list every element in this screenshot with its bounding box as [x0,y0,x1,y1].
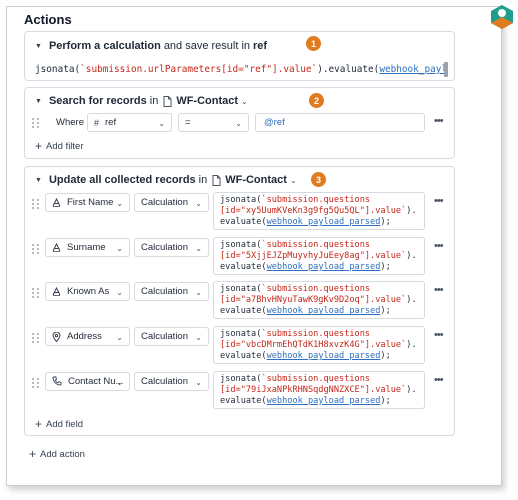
field-name-select[interactable]: Known As ⌄ [45,282,130,302]
filter-operator-value: = [185,117,191,128]
step-card-calculation: ▼ Perform a calculation and save result … [24,31,455,81]
field-name-value: Surname [67,241,106,253]
chevron-down-icon: ⌄ [195,377,202,387]
drag-handle-icon[interactable] [32,377,42,388]
step-number-badge: 3 [311,172,326,187]
step-card-search: ▼ Search for records in WF-Contact ⌄ 2 W… [24,87,455,159]
field-name-select[interactable]: Contact Nu... ⌄ [45,371,130,391]
add-action-button[interactable]: + Add action [29,447,85,461]
chevron-down-icon: ⌄ [195,288,202,298]
add-action-label: Add action [40,449,85,460]
field-mode-select[interactable]: Calculation ⌄ [134,193,209,212]
step-card-update: ▼ Update all collected records in WF-Con… [24,166,455,436]
app-logo-icon [491,5,513,29]
field-name-value: Contact Nu... [68,375,124,387]
calculation-code-editor[interactable]: jsonata(`submission.urlParameters[id="re… [35,61,446,79]
chevron-down-icon: ⌄ [116,199,123,208]
field-mode-value: Calculation [141,241,188,253]
more-options-icon[interactable]: ••• [434,240,444,252]
step-action-label: Search for records [48,95,147,107]
more-options-icon[interactable]: ••• [434,284,444,296]
more-options-icon[interactable]: ••• [434,195,444,207]
plus-icon: + [35,139,43,153]
field-mode-select[interactable]: Calculation ⌄ [134,282,209,302]
chevron-down-icon: ⌄ [116,333,123,343]
drag-handle-icon[interactable] [32,333,42,344]
step-middle-text: in [149,95,159,107]
field-name-value: First Name [67,197,114,208]
table-selector[interactable]: WF-Contact [225,174,287,186]
collapse-caret-icon[interactable]: ▼ [35,43,42,50]
chevron-down-icon: ⌄ [195,333,202,343]
filter-field-value: ref [105,117,117,128]
where-label: Where [56,117,84,128]
more-options-icon[interactable]: ••• [434,329,444,341]
more-options-icon[interactable]: ••• [434,115,444,127]
chevron-down-icon[interactable]: ⌄ [241,97,248,106]
step-header[interactable]: ▼ Perform a calculation and save result … [35,39,267,53]
step-number-badge: 2 [309,93,324,108]
field-code-editor[interactable]: jsonata(`submission.questions [id="xy5Uu… [213,192,425,230]
step-action-label: Update all collected records [48,174,196,186]
drag-handle-icon[interactable] [32,199,42,209]
step-action-label: Perform a calculation [48,40,161,52]
location-pin-icon [52,331,61,342]
chevron-down-icon: ⌄ [116,377,123,387]
collapse-caret-icon[interactable]: ▼ [35,98,42,105]
chevron-down-icon: ⌄ [195,199,202,208]
drag-handle-icon[interactable] [32,118,42,128]
step-middle-text: in [198,174,208,186]
field-code-editor[interactable]: jsonata(`submission.questions [id="79iJx… [213,370,425,409]
text-icon [52,287,61,297]
text-icon [52,242,61,252]
add-field-button[interactable]: + Add field [35,417,83,431]
code-scrollbar[interactable] [444,62,448,77]
field-mode-select[interactable]: Calculation ⌄ [134,371,209,391]
add-field-label: Add field [46,419,83,430]
field-mode-value: Calculation [141,286,188,298]
step-header[interactable]: ▼ Update all collected records in WF-Con… [35,173,297,187]
field-mode-value: Calculation [141,331,188,343]
field-name-select[interactable]: Surname ⌄ [45,237,130,257]
text-icon [52,198,61,207]
filter-operator-select[interactable]: = ⌄ [178,113,249,132]
chevron-down-icon: ⌄ [235,119,242,128]
filter-value-input[interactable]: @ref [255,113,425,132]
page-title: Actions [24,12,72,27]
step-target-variable: ref [253,40,268,52]
add-filter-button[interactable]: + Add filter [35,139,84,153]
drag-handle-icon[interactable] [32,288,42,299]
field-mode-value: Calculation [141,197,188,208]
table-selector[interactable]: WF-Contact [176,95,238,107]
filter-field-select[interactable]: # ref ⌄ [87,113,172,132]
document-icon [212,174,221,186]
chevron-down-icon[interactable]: ⌄ [290,176,297,185]
collapse-caret-icon[interactable]: ▼ [35,177,42,184]
step-number-badge: 1 [306,36,321,51]
chevron-down-icon: ⌄ [158,119,165,128]
phone-icon [52,376,62,386]
field-code-editor[interactable]: jsonata(`submission.questions [id="vbcDM… [213,326,425,365]
field-name-value: Address [67,331,102,343]
field-mode-select[interactable]: Calculation ⌄ [134,237,209,257]
step-header[interactable]: ▼ Search for records in WF-Contact ⌄ [35,94,248,108]
more-options-icon[interactable]: ••• [434,374,444,386]
plus-icon: + [35,417,43,431]
chevron-down-icon: ⌄ [195,243,202,253]
field-code-editor[interactable]: jsonata(`submission.questions [id="a7Bhv… [213,281,425,320]
step-middle-text: and save result in [163,40,251,52]
chevron-down-icon: ⌄ [116,288,123,298]
hash-icon: # [94,117,100,128]
document-icon [163,95,172,107]
chevron-down-icon: ⌄ [116,243,123,253]
field-code-editor[interactable]: jsonata(`submission.questions [id="5XjjE… [213,236,425,275]
plus-icon: + [29,447,37,461]
add-filter-label: Add filter [46,141,84,152]
drag-handle-icon[interactable] [32,243,42,254]
field-mode-value: Calculation [141,375,188,387]
field-name-select[interactable]: Address ⌄ [45,327,130,347]
field-name-value: Known As [67,286,110,298]
field-name-select[interactable]: First Name ⌄ [45,193,130,212]
field-mode-select[interactable]: Calculation ⌄ [134,327,209,347]
